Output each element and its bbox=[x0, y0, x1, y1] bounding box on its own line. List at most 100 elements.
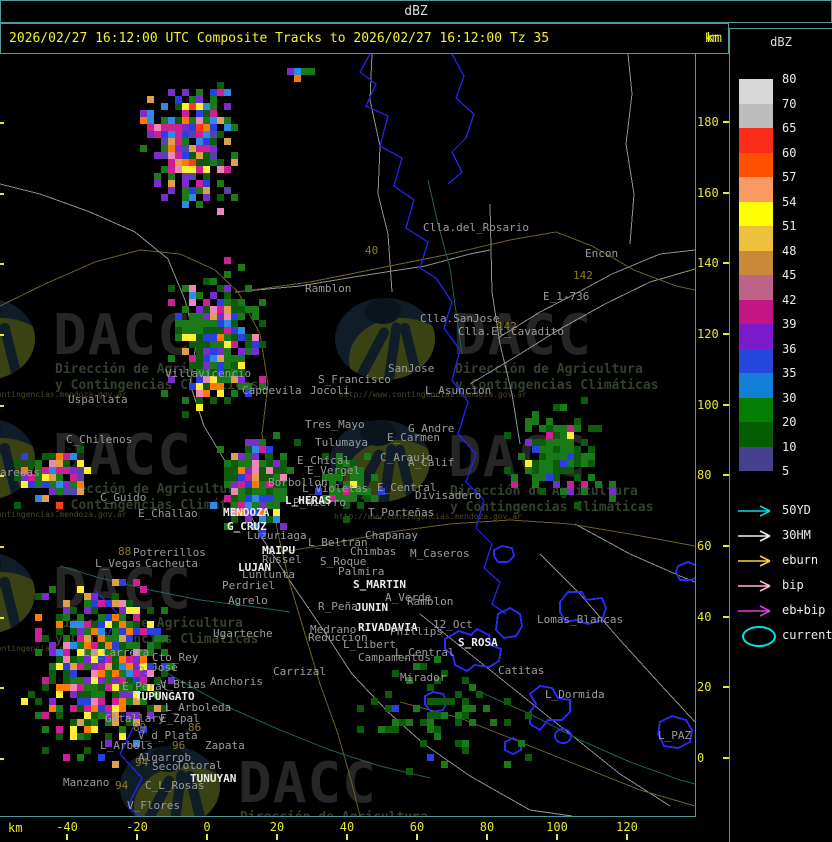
current-legend-row: current bbox=[730, 624, 832, 649]
bottom-axis-tick-label: -20 bbox=[126, 820, 148, 834]
bottom-axis: km -40 -20 0 20 40 60 80 100 120 bbox=[0, 818, 729, 842]
legend-panel: dBZ 80 70 65 60 57 54 51 48 45 42 39 36 35 30 20 10 5 50… bbox=[729, 28, 832, 842]
right-axis-tick-label: 60 bbox=[697, 539, 712, 553]
route-number-label: 88 bbox=[118, 545, 131, 558]
place-label: Agrelo bbox=[228, 594, 268, 607]
place-label: Catitas bbox=[498, 664, 544, 677]
right-axis-tick-label: 40 bbox=[697, 609, 712, 624]
colorbar-swatch bbox=[739, 397, 773, 422]
radar-map: DACC Dirección de Agricultura y Contingenc… bbox=[0, 54, 696, 817]
colorbar-value-label: 30 bbox=[782, 390, 797, 405]
bottom-axis-tick-label: 60 bbox=[409, 820, 425, 834]
place-label: Cacheuta bbox=[145, 557, 198, 570]
place-label: Lomas_Blancas bbox=[537, 613, 623, 626]
colorbar-value-label: 48 bbox=[782, 243, 797, 258]
colorbar-value-label: 20 bbox=[782, 415, 797, 429]
right-axis-tick-label: 120 bbox=[697, 327, 719, 341]
track-legend-label: 30HM bbox=[782, 528, 811, 542]
current-ellipse-icon bbox=[742, 626, 776, 647]
place-label: R_Peña bbox=[318, 600, 358, 613]
bottom-axis-tick-label: -40 bbox=[56, 820, 78, 834]
route-number-label: 40 bbox=[365, 244, 378, 257]
colorbar-swatch bbox=[739, 226, 773, 251]
track-legend-row: bip bbox=[730, 574, 832, 599]
place-label: Divisadero bbox=[415, 489, 481, 502]
place-label: L_Libert bbox=[343, 638, 396, 651]
colorbar-value-label: 5 bbox=[782, 464, 790, 478]
bottom-axis-unit-label: km bbox=[8, 821, 23, 835]
route-number-label: 94 bbox=[135, 756, 149, 769]
colorbar-swatch bbox=[739, 103, 773, 128]
left-axis-tick bbox=[0, 263, 4, 266]
radar-app-window: dBZ 2026/02/27 16:12:00 UTC Composite Tr… bbox=[0, 0, 832, 842]
bottom-axis-tick-label: 80 bbox=[479, 820, 495, 834]
left-axis-tick bbox=[0, 334, 4, 336]
track-arrow-icon bbox=[738, 555, 771, 567]
place-label: aredas bbox=[0, 466, 40, 479]
place-label: Clla.SanJose bbox=[420, 312, 499, 325]
place-label: T_Porteñas bbox=[368, 506, 434, 519]
place-label: Uspallata bbox=[68, 393, 128, 406]
place-label: C_L_Rosas bbox=[145, 779, 205, 792]
right-axis-tick-label: 80 bbox=[697, 468, 712, 483]
route-number-label: 86 bbox=[188, 721, 201, 734]
track-arrow-icon bbox=[738, 505, 771, 517]
colorbar-swatch bbox=[739, 201, 773, 226]
place-label: Mirador bbox=[400, 671, 447, 684]
right-axis-tick-label: 140 bbox=[697, 256, 719, 271]
right-axis-tick-label: 100 bbox=[697, 397, 719, 412]
track-legend-label: 50YD bbox=[782, 503, 811, 517]
place-label: L_Vegas bbox=[95, 557, 141, 570]
track-legend-row: 30HM bbox=[730, 524, 832, 549]
place-label: Carrizal bbox=[273, 665, 326, 678]
bottom-axis-tick bbox=[66, 834, 68, 840]
bottom-axis-tick bbox=[626, 834, 628, 840]
title-bar: dBZ bbox=[0, 0, 832, 23]
route-number-label: 96 bbox=[172, 739, 185, 752]
right-axis-tick-label: 20 bbox=[697, 680, 712, 695]
colorbar-swatch bbox=[739, 250, 773, 275]
colorbar-swatch bbox=[739, 128, 773, 153]
bottom-axis-tick bbox=[556, 834, 558, 840]
colorbar-swatch bbox=[739, 373, 773, 398]
colorbar-value-label: 65 bbox=[782, 121, 797, 135]
place-label: Anchoris bbox=[210, 675, 263, 688]
current-legend-label: current bbox=[782, 628, 832, 642]
place-label: E_1-736 bbox=[543, 290, 589, 303]
bottom-axis-tick-label: 40 bbox=[339, 820, 355, 834]
timestamp-text: 2026/02/27 16:12:00 UTC Composite Tracks… bbox=[9, 31, 550, 46]
colorbar-value-label: 51 bbox=[782, 219, 797, 233]
place-label: L_Dormida bbox=[545, 688, 605, 701]
colorbar-swatch bbox=[739, 152, 773, 177]
colorbar-value-label: 39 bbox=[782, 317, 797, 331]
place-label: L_Asuncion bbox=[425, 384, 491, 397]
place-label: Ugarteche bbox=[213, 627, 273, 640]
track-legend-row: eburn bbox=[730, 549, 832, 574]
right-axis-tick-label: 0 bbox=[697, 751, 705, 765]
place-label: Tulumaya bbox=[315, 436, 368, 449]
place-label: Ramblon bbox=[305, 282, 351, 295]
route-number-label: 142 bbox=[497, 320, 517, 333]
status-bar: 2026/02/27 16:12:00 UTC Composite Tracks… bbox=[0, 23, 729, 54]
left-axis-tick bbox=[0, 404, 4, 407]
place-label: Phillips bbox=[390, 625, 443, 638]
colorbar-value-label: 57 bbox=[782, 170, 797, 184]
bottom-axis-tick bbox=[136, 834, 138, 840]
legend-title: dBZ bbox=[770, 35, 792, 49]
bottom-axis-tick bbox=[486, 834, 488, 840]
colorbar-value-label: 54 bbox=[782, 194, 797, 209]
place-label: Manzano bbox=[63, 776, 109, 789]
bottom-axis-tick-label: 100 bbox=[546, 820, 568, 834]
bottom-axis-tick-label: 120 bbox=[616, 820, 638, 834]
place-label: S_Jose bbox=[138, 661, 178, 674]
colorbar-value-label: 42 bbox=[782, 292, 797, 307]
place-label: A_Calif bbox=[408, 456, 454, 469]
bottom-axis-tick bbox=[346, 834, 348, 840]
place-label: Zapata bbox=[205, 739, 245, 752]
track-arrow-icon bbox=[738, 530, 771, 542]
colorbar-value-label: 35 bbox=[782, 366, 797, 380]
colorbar-value-label: 60 bbox=[782, 145, 797, 160]
colorbar-swatch bbox=[739, 348, 773, 373]
place-label: SanJose bbox=[388, 362, 434, 375]
place-label: Perdriel bbox=[222, 579, 275, 592]
